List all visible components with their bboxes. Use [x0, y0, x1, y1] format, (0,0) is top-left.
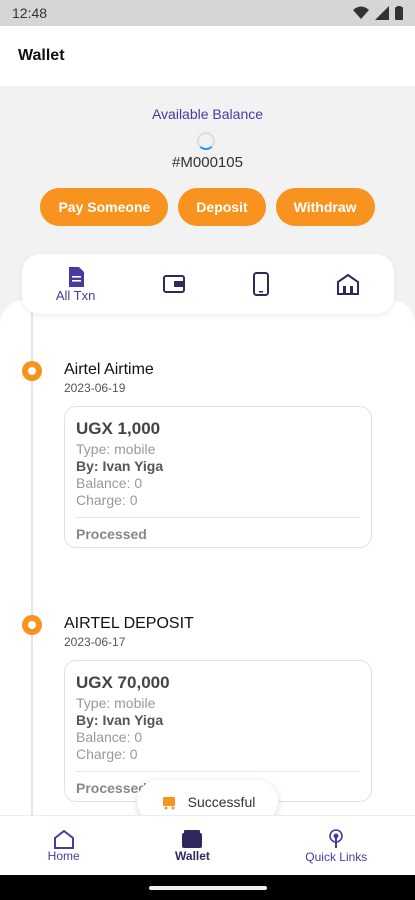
cart-icon — [162, 796, 175, 809]
pay-someone-button[interactable]: Pay Someone — [40, 188, 169, 226]
transactions-panel: Airtel Airtime 2023-06-19 UGX 1,000 Type… — [0, 300, 415, 815]
nav-home[interactable]: Home — [48, 829, 80, 863]
transaction-title: AIRTEL DEPOSIT — [64, 615, 194, 632]
signal-icon — [375, 6, 389, 20]
card-divider — [76, 771, 360, 772]
transaction-by: By: Ivan Yiga — [76, 458, 164, 474]
home-gesture-handle[interactable] — [148, 885, 267, 890]
card-divider — [76, 517, 360, 518]
transaction-date: 2023-06-17 — [64, 635, 126, 649]
transaction-by: By: Ivan Yiga — [76, 712, 164, 728]
timeline-dot — [22, 361, 42, 381]
timeline-dot — [22, 615, 42, 635]
nav-quick-links[interactable]: Quick Links — [305, 828, 367, 864]
battery-icon — [395, 6, 403, 20]
status-time: 12:48 — [12, 5, 48, 21]
tap-icon — [329, 829, 344, 848]
transaction-charge: Charge: 0 — [76, 746, 138, 762]
toast-message: Successful — [187, 793, 256, 810]
transaction-type: Type: mobile — [76, 441, 156, 457]
action-buttons: Pay Someone Deposit Withdraw — [0, 188, 415, 226]
page-title: Wallet — [18, 47, 65, 64]
timeline-line — [31, 312, 33, 815]
phone-icon — [252, 272, 269, 296]
withdraw-button[interactable]: Withdraw — [275, 188, 375, 226]
bank-icon — [337, 273, 360, 295]
status-icons — [353, 6, 403, 20]
transaction-amount: UGX 1,000 — [76, 419, 161, 438]
account-id: #M000105 — [172, 154, 243, 171]
transaction-balance: Balance: 0 — [76, 729, 143, 745]
balance-label: Available Balance — [151, 106, 264, 122]
nav-label: Quick Links — [305, 850, 368, 864]
wifi-icon — [353, 6, 369, 19]
transaction-amount: UGX 70,000 — [76, 673, 170, 692]
tab-all-txn[interactable]: All Txn — [55, 266, 96, 303]
transaction-type: Type: mobile — [76, 695, 156, 711]
transaction-filter-tabs: All Txn — [22, 254, 394, 314]
app-bar: Wallet — [0, 26, 415, 86]
wallet-icon — [182, 830, 203, 848]
tab-wallet[interactable] — [162, 274, 185, 294]
document-icon — [68, 266, 84, 287]
transaction-charge: Charge: 0 — [76, 492, 138, 508]
deposit-button[interactable]: Deposit — [178, 188, 266, 226]
nav-label: Wallet — [175, 849, 210, 863]
system-navigation-bar — [0, 875, 415, 900]
status-bar: 12:48 — [0, 0, 415, 26]
transaction-status: Processed — [76, 526, 147, 542]
tab-mobile[interactable] — [252, 272, 269, 296]
transaction-balance: Balance: 0 — [76, 475, 143, 491]
transaction-card[interactable]: UGX 1,000 Type: mobile By: Ivan Yiga Bal… — [64, 406, 372, 548]
nav-wallet[interactable]: Wallet — [175, 829, 210, 863]
tab-label: All Txn — [55, 287, 96, 303]
wallet-icon — [162, 275, 185, 293]
loading-spinner-icon — [197, 132, 215, 150]
transaction-title: Airtel Airtime — [64, 361, 154, 378]
tab-bank[interactable] — [336, 273, 360, 295]
transaction-date: 2023-06-19 — [64, 381, 126, 395]
bottom-navigation: Home Wallet Quick Links — [0, 815, 415, 876]
nav-label: Home — [47, 849, 80, 863]
home-icon — [53, 829, 74, 849]
